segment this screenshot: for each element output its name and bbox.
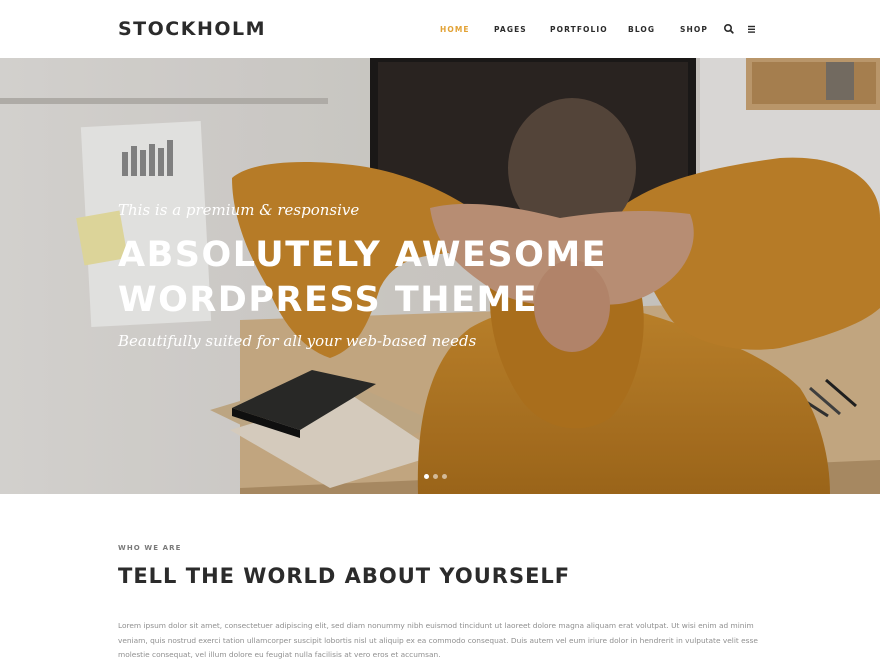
nav-item-portfolio[interactable]: PORTFOLIO <box>550 25 608 35</box>
hero-title-line2: WORDPRESS THEME <box>118 280 539 320</box>
section-paragraph: Lorem ipsum dolor sit amet, consectetuer… <box>118 621 758 659</box>
site-header: STOCKHOLM HOME PAGES PORTFOLIO BLOG SHOP <box>0 0 880 58</box>
nav-item-home[interactable]: HOME <box>440 25 470 35</box>
search-icon[interactable] <box>722 21 736 37</box>
nav-item-blog[interactable]: BLOG <box>628 25 655 35</box>
nav-item-shop[interactable]: SHOP <box>680 25 708 35</box>
menu-icon[interactable] <box>745 21 759 37</box>
hero-tagline: Beautifully suited for all your web-base… <box>118 332 477 350</box>
site-logo[interactable]: STOCKHOLM <box>118 18 266 40</box>
section-kicker: WHO WE ARE <box>118 544 182 552</box>
hero-title-line1: ABSOLUTELY AWESOME <box>118 235 608 275</box>
slider-dot-1[interactable] <box>424 474 429 479</box>
hero-slider: This is a premium & responsive ABSOLUTEL… <box>0 58 880 494</box>
hero-overlay <box>0 58 880 494</box>
slider-dot-3[interactable] <box>442 474 447 479</box>
slider-dot-2[interactable] <box>433 474 438 479</box>
nav-item-pages[interactable]: PAGES <box>494 25 527 35</box>
hero-subtitle: This is a premium & responsive <box>118 201 360 219</box>
section-title: TELL THE WORLD ABOUT YOURSELF <box>118 564 571 588</box>
